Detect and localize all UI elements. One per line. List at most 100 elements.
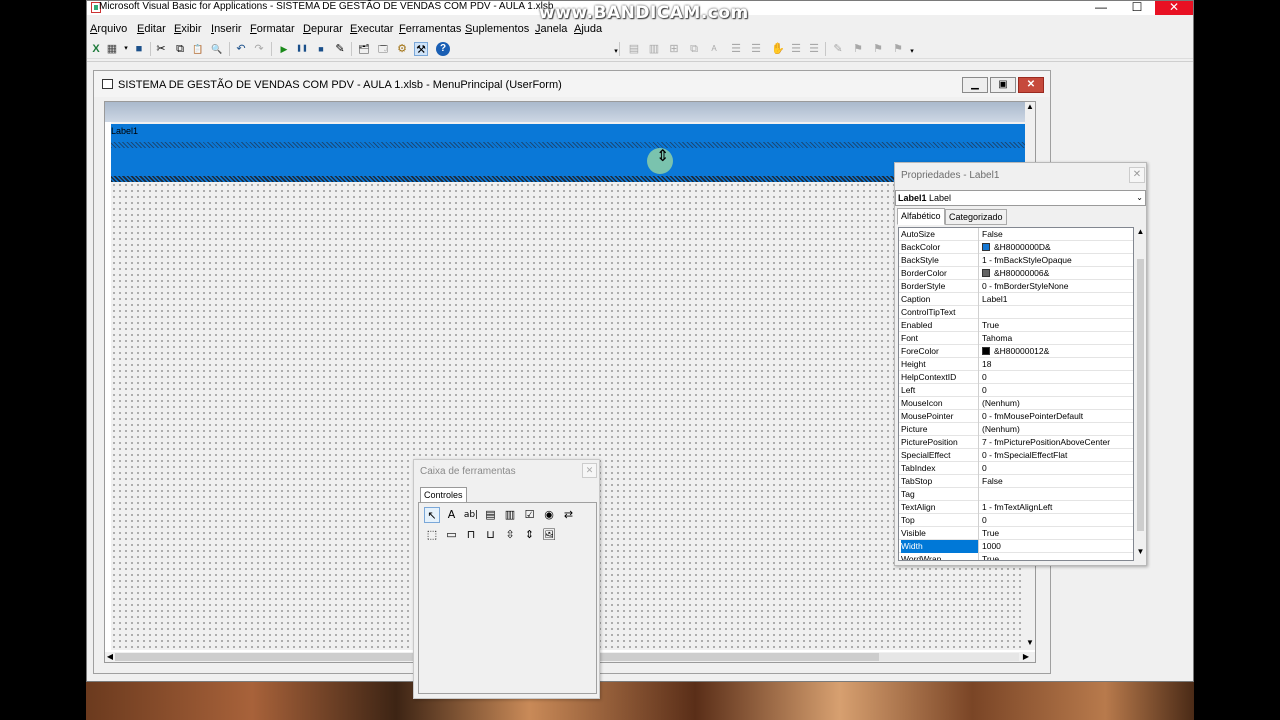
userform-minimize-button[interactable]: ▁ [962, 77, 988, 93]
run-icon[interactable]: ▶ [277, 42, 291, 56]
cut-icon[interactable]: ✂ [154, 42, 168, 56]
property-row-tag[interactable]: Tag [899, 488, 1133, 501]
property-row-controltiptext[interactable]: ControlTipText [899, 306, 1133, 319]
property-row-textalign[interactable]: TextAlign 1 - fmTextAlignLeft [899, 501, 1133, 514]
frame-tool-icon[interactable]: ⬚ [424, 527, 440, 543]
tab-categorizado[interactable]: Categorizado [945, 209, 1007, 225]
checkbox-tool-icon[interactable]: ☑ [522, 507, 538, 523]
property-value[interactable]: &H8000000D& [982, 241, 1132, 254]
property-value[interactable]: 1 - fmBackStyleOpaque [982, 254, 1132, 267]
property-row-tabindex[interactable]: TabIndex 0 [899, 462, 1133, 475]
toolbox-icon[interactable]: ⚒ [414, 42, 428, 56]
menu-ferramentas[interactable]: Ferramentas [399, 22, 461, 36]
property-row-enabled[interactable]: Enabled True [899, 319, 1133, 332]
property-value[interactable] [982, 306, 1132, 319]
property-value[interactable]: (Nenhum) [982, 423, 1132, 436]
property-value[interactable]: 0 [982, 384, 1132, 397]
property-row-top[interactable]: Top 0 [899, 514, 1133, 527]
property-row-backstyle[interactable]: BackStyle 1 - fmBackStyleOpaque [899, 254, 1133, 267]
property-value[interactable]: True [982, 527, 1132, 540]
scrollbar-tool-icon[interactable]: ⇳ [502, 527, 518, 543]
horizontal-scroll-track[interactable] [879, 653, 1019, 661]
properties-scroll-down-icon[interactable]: ▼ [1135, 547, 1146, 556]
property-row-visible[interactable]: Visible True [899, 527, 1133, 540]
menu-exibir[interactable]: Exibir [174, 22, 202, 36]
menu-executar[interactable]: Executar [350, 22, 393, 36]
property-value[interactable]: False [982, 475, 1132, 488]
property-value[interactable]: 0 [982, 514, 1132, 527]
maximize-button[interactable]: ☐ [1119, 1, 1155, 15]
paste-icon[interactable]: 📋 [191, 42, 205, 56]
dropdown-chevron-icon[interactable]: ⌄ [1136, 191, 1143, 205]
save-icon[interactable]: ■ [132, 42, 146, 56]
toolbox-close-button[interactable]: ✕ [582, 463, 597, 478]
property-value[interactable]: &H80000006& [982, 267, 1132, 280]
properties-vertical-scrollbar[interactable]: ▲ ▼ [1135, 227, 1146, 561]
scroll-down-icon[interactable]: ▼ [1025, 638, 1035, 650]
property-row-backcolor[interactable]: BackColor &H8000000D& [899, 241, 1133, 254]
optionbutton-tool-icon[interactable]: ◉ [541, 507, 557, 523]
togglebutton-tool-icon[interactable]: ⇄ [561, 507, 577, 523]
property-value[interactable] [982, 488, 1132, 501]
property-value[interactable]: 0 - fmBorderStyleNone [982, 280, 1132, 293]
properties-close-button[interactable]: ✕ [1129, 167, 1145, 183]
property-row-wordwrap[interactable]: WordWrap True [899, 553, 1133, 560]
property-row-height[interactable]: Height 18 [899, 358, 1133, 371]
project-explorer-icon[interactable]: 🗂 [357, 42, 371, 56]
scroll-left-icon[interactable]: ◀ [105, 652, 115, 661]
property-row-caption[interactable]: Caption Label1 [899, 293, 1133, 306]
minimize-button[interactable]: — [1083, 1, 1119, 15]
reset-icon[interactable]: ■ [314, 42, 328, 56]
properties-scroll-thumb[interactable] [1137, 259, 1144, 531]
menu-janela[interactable]: Janela [535, 22, 567, 36]
textbox-tool-icon[interactable]: ab| [463, 507, 479, 523]
excel-icon[interactable]: X [89, 42, 103, 56]
property-value[interactable]: &H80000012& [982, 345, 1132, 358]
property-value[interactable]: True [982, 553, 1132, 560]
edit-toolbar-options-icon[interactable]: ▾ [905, 45, 919, 59]
menu-ajuda[interactable]: Ajuda [574, 22, 602, 36]
property-row-mouseicon[interactable]: MouseIcon (Nenhum) [899, 397, 1133, 410]
tab-controles[interactable]: Controles [420, 487, 467, 503]
property-row-bordercolor[interactable]: BorderColor &H80000006& [899, 267, 1133, 280]
property-row-tabstop[interactable]: TabStop False [899, 475, 1133, 488]
userform-window-titlebar[interactable]: SISTEMA DE GESTÃO DE VENDAS COM PDV - AU… [94, 71, 1050, 97]
property-value[interactable]: 7 - fmPicturePositionAboveCenter [982, 436, 1132, 449]
property-value[interactable]: False [982, 228, 1132, 241]
property-value[interactable]: 0 - fmSpecialEffectFlat [982, 449, 1132, 462]
userform-caption-bar[interactable] [105, 102, 1025, 122]
properties-scroll-up-icon[interactable]: ▲ [1135, 227, 1146, 236]
property-value[interactable]: True [982, 319, 1132, 332]
find-icon[interactable]: 🔍 [210, 42, 224, 56]
property-value[interactable]: Tahoma [982, 332, 1132, 345]
menu-arquivo[interactable]: Arquivo [90, 22, 127, 36]
label1-selection-border-top[interactable] [111, 142, 1031, 148]
commandbutton-tool-icon[interactable]: ▭ [444, 527, 460, 543]
property-value[interactable]: (Nenhum) [982, 397, 1132, 410]
property-row-left[interactable]: Left 0 [899, 384, 1133, 397]
undo-icon[interactable]: ↶ [234, 42, 248, 56]
property-row-helpcontextid[interactable]: HelpContextID 0 [899, 371, 1133, 384]
menu-formatar[interactable]: Formatar [250, 22, 295, 36]
object-browser-icon[interactable]: ⚙ [395, 42, 409, 56]
scroll-right-icon[interactable]: ▶ [1021, 652, 1031, 661]
property-row-forecolor[interactable]: ForeColor &H80000012& [899, 345, 1133, 358]
property-row-mousepointer[interactable]: MousePointer 0 - fmMousePointerDefault [899, 410, 1133, 423]
tabstrip-tool-icon[interactable]: ⊓ [463, 527, 479, 543]
property-row-pictureposition[interactable]: PicturePosition 7 - fmPicturePositionAbov… [899, 436, 1133, 449]
multipage-tool-icon[interactable]: ⊔ [483, 527, 499, 543]
menu-depurar[interactable]: Depurar [303, 22, 343, 36]
toolbar-options-icon[interactable]: ▾ [609, 45, 623, 59]
object-selector-dropdown[interactable]: Label1 Label ⌄ [895, 190, 1146, 206]
design-mode-icon[interactable]: ✎ [333, 42, 347, 56]
property-value[interactable]: 1000 [982, 540, 1132, 553]
property-row-borderstyle[interactable]: BorderStyle 0 - fmBorderStyleNone [899, 280, 1133, 293]
copy-icon[interactable]: ⧉ [173, 42, 187, 56]
listbox-tool-icon[interactable]: ▥ [502, 507, 518, 523]
property-value[interactable]: Label1 [982, 293, 1132, 306]
tab-alfabetico[interactable]: Alfabético [897, 208, 945, 225]
menu-suplementos[interactable]: Suplementos [465, 22, 529, 36]
insert-userform-icon[interactable]: ▦ [105, 42, 119, 56]
menu-inserir[interactable]: Inserir [211, 22, 242, 36]
menu-editar[interactable]: Editar [137, 22, 166, 36]
